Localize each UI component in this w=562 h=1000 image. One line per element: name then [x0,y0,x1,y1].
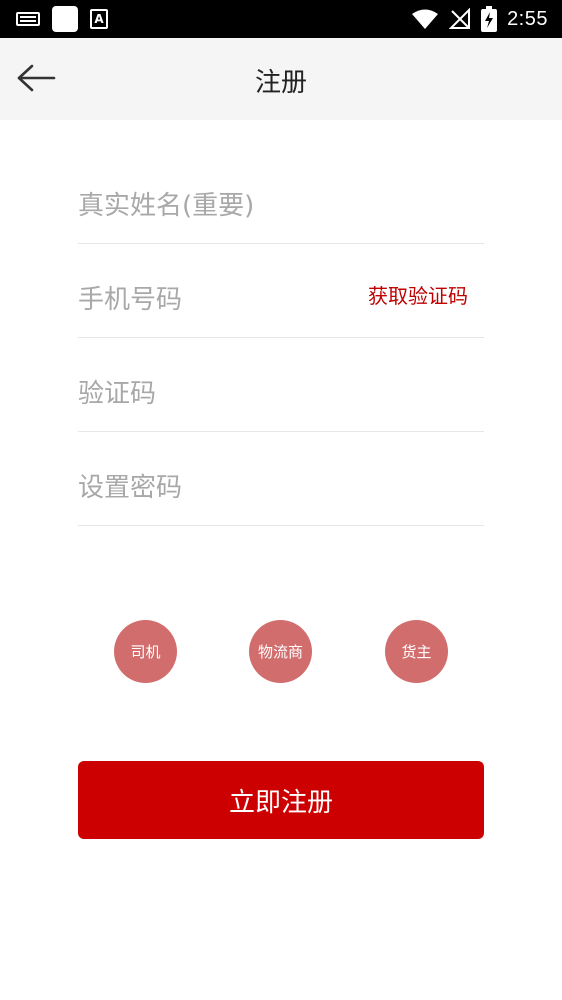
password-input[interactable] [78,473,484,503]
app-bar: 注册 [0,38,562,120]
no-signal-icon [449,8,471,29]
battery-charging-icon [481,6,498,32]
register-form: 获取验证码 [78,150,484,526]
clock-time: 2:55 [507,7,548,30]
password-field-row [78,432,484,526]
phone-field-row: 获取验证码 [78,244,484,338]
get-code-button[interactable]: 获取验证码 [368,280,468,309]
status-bar: A 2:55 [0,0,562,38]
code-field-row [78,338,484,432]
role-shipper-button[interactable]: 货主 [385,620,448,683]
register-submit-button[interactable]: 立即注册 [78,761,484,839]
app-square-icon [52,6,78,32]
keyboard-icon [16,12,40,26]
role-selector: 司机 物流商 货主 [0,620,562,684]
role-logistics-button[interactable]: 物流商 [249,620,312,683]
page-title: 注册 [254,68,307,98]
name-field-row [78,150,484,244]
a-text-icon: A [90,9,108,29]
real-name-input[interactable] [78,191,484,221]
wifi-icon [412,9,439,29]
phone-input[interactable] [78,285,338,315]
verification-code-input[interactable] [78,379,484,409]
role-driver-button[interactable]: 司机 [114,620,177,683]
